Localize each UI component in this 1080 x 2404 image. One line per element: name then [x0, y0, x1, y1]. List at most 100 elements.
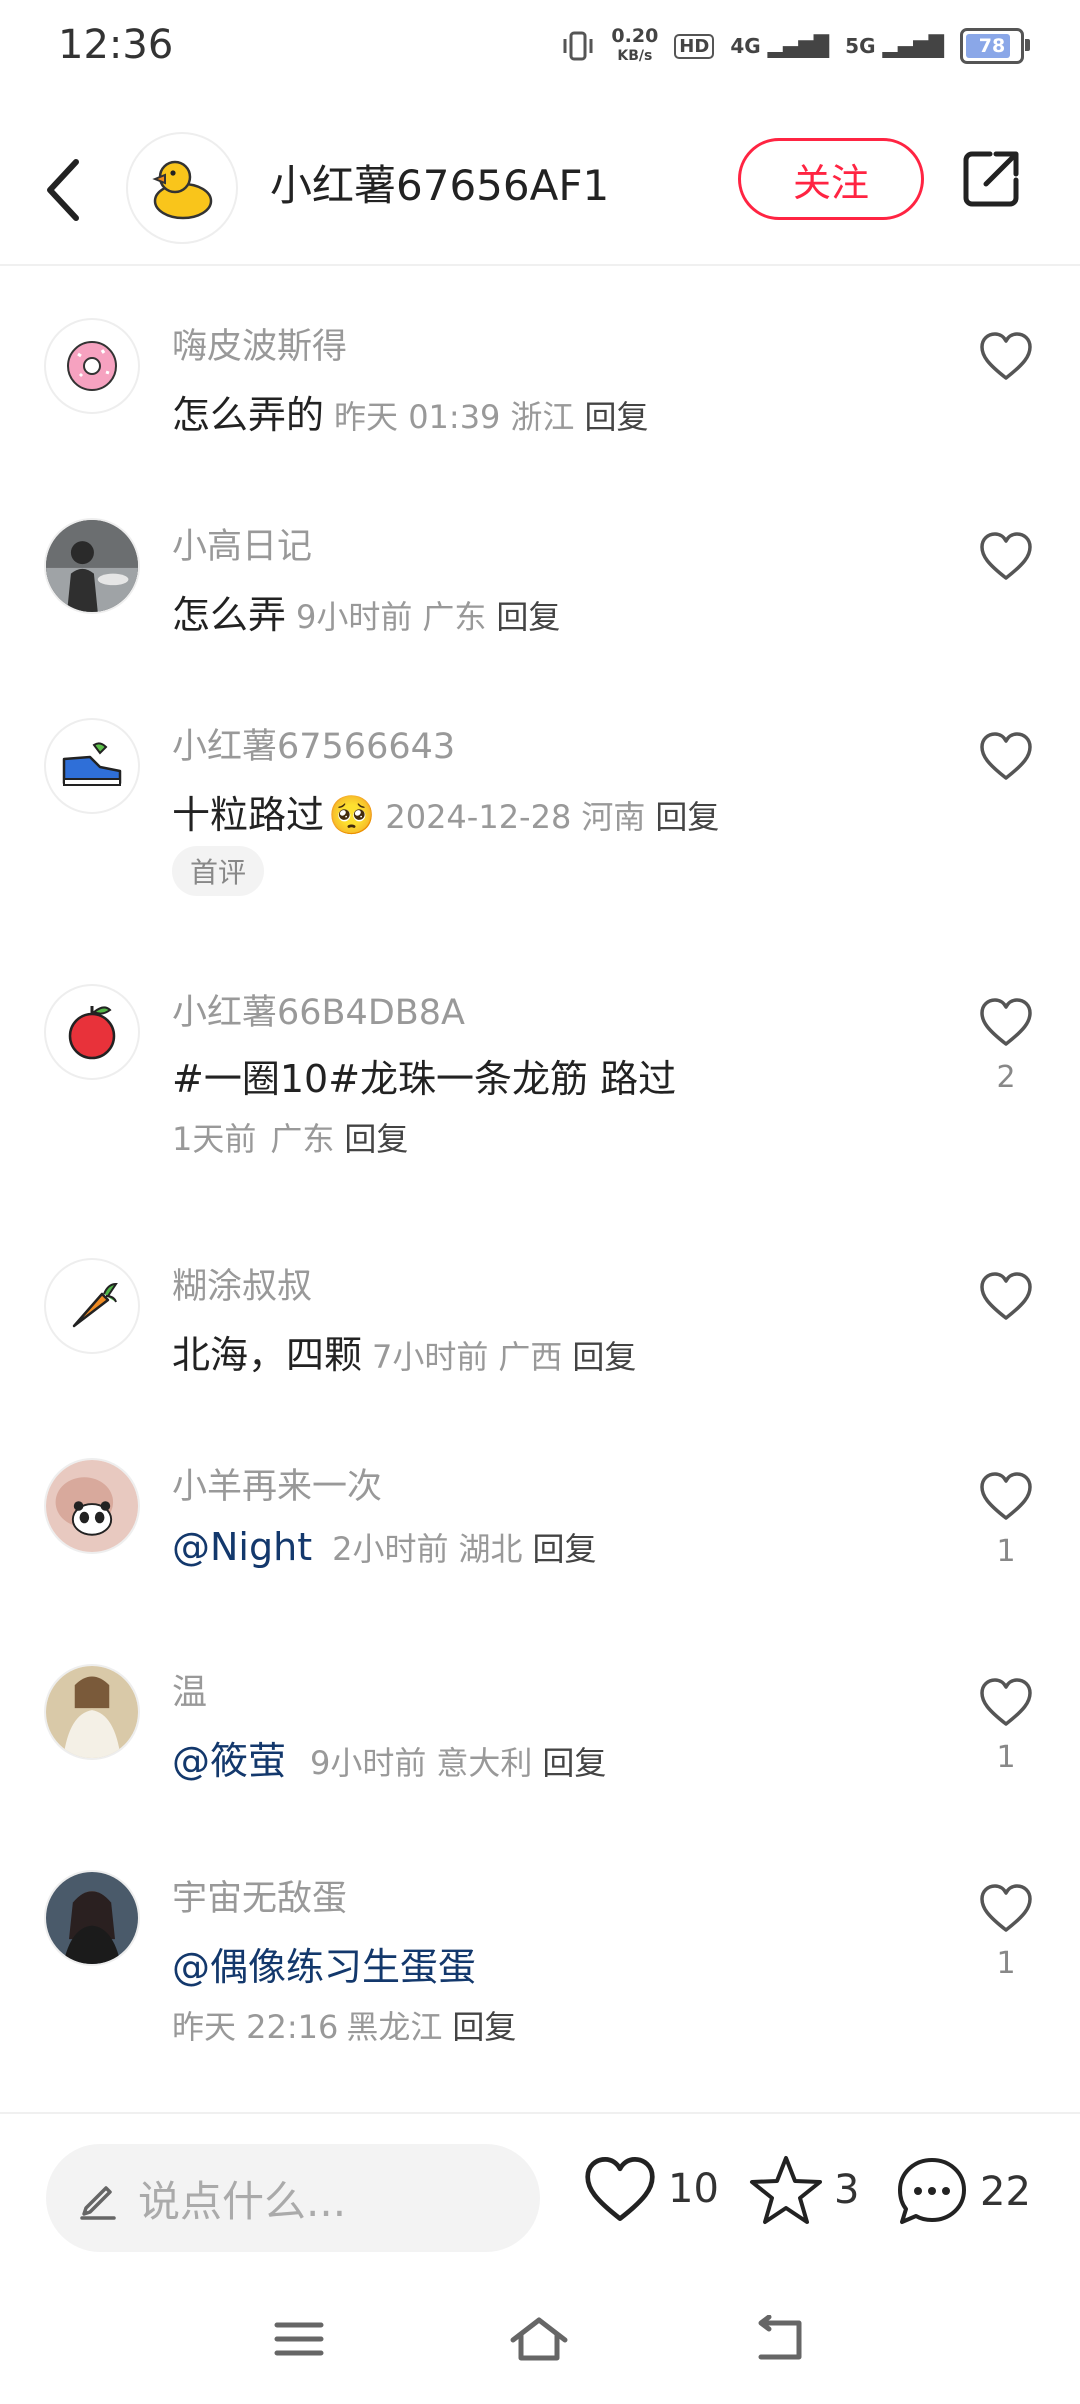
mention-link[interactable]: @筱萤 — [172, 1739, 286, 1783]
comment-location: 广东 — [270, 1120, 335, 1158]
comment-nickname[interactable]: 温 — [172, 1664, 207, 1715]
comment-text: 十粒路过 — [172, 793, 325, 837]
first-comment-tag: 首评 — [172, 846, 265, 896]
comment-time: 1天前 — [172, 1120, 257, 1158]
avatar[interactable] — [44, 318, 140, 414]
heart-icon[interactable] — [978, 1882, 1034, 1934]
comment-text-line[interactable]: 怎么弄的 昨天 01:39 浙江 回复 — [172, 384, 648, 439]
comment-location: 广东 — [422, 598, 487, 636]
reply-button[interactable]: 回复 — [584, 398, 648, 436]
comment-text: 怎么弄 — [172, 593, 287, 637]
comment-nickname[interactable]: 宇宙无敌蛋 — [172, 1870, 347, 1921]
heart-icon[interactable] — [978, 1270, 1034, 1322]
mention-link[interactable]: @偶像练习生蛋蛋 — [172, 1945, 476, 1989]
heart-icon[interactable] — [978, 996, 1034, 1048]
mention-link[interactable]: @Night — [172, 1525, 312, 1569]
comment-nickname[interactable]: 嗨皮波斯得 — [172, 318, 347, 369]
comment-text-line[interactable]: @筱萤 9小时前 意大利 回复 — [172, 1730, 606, 1785]
comment-time: 7小时前 — [372, 1338, 489, 1376]
comment-time: 9小时前 — [296, 598, 413, 636]
comment-text-line[interactable]: 十粒路过 🥺 2024-12-28 河南 回复 — [172, 784, 719, 839]
emoji-sticker: 🥺 — [328, 793, 376, 837]
comment-location: 湖北 — [458, 1530, 523, 1568]
reply-button[interactable]: 回复 — [572, 1338, 636, 1376]
comment-nickname[interactable]: 小羊再来一次 — [172, 1458, 382, 1509]
reply-button[interactable]: 回复 — [655, 798, 719, 836]
avatar[interactable] — [44, 1258, 140, 1354]
back-icon[interactable] — [38, 150, 98, 230]
comment-text[interactable]: #一圈10#龙珠一条龙筋 路过 — [172, 1048, 676, 1103]
comment-input[interactable]: 说点什么... — [46, 2144, 540, 2252]
avatar[interactable] — [44, 984, 140, 1080]
comment-location: 河南 — [581, 798, 646, 836]
status-bar: 12:36 0.20 KB/s HD 4G ▂▄▆█ 5G ▂▄▆█ 78 — [0, 0, 1080, 96]
comment-time: 昨天 01:39 — [334, 398, 501, 436]
comment-location: 意大利 — [436, 1744, 533, 1782]
heart-icon[interactable] — [978, 330, 1034, 382]
comment-total: 22 — [980, 2169, 1031, 2215]
comment-text-line[interactable]: 怎么弄 9小时前 广东 回复 — [172, 584, 560, 639]
comment-nickname[interactable]: 小红薯67566643 — [172, 718, 455, 769]
status-time: 12:36 — [58, 22, 174, 68]
comment-location: 浙江 — [510, 398, 575, 436]
photo-avatar — [46, 1460, 138, 1552]
comment-text-line[interactable]: @偶像练习生蛋蛋 — [172, 1936, 476, 1991]
heart-icon[interactable] — [978, 730, 1034, 782]
like-count: 1 — [996, 1946, 1016, 1981]
photo-avatar — [46, 1872, 138, 1964]
comment-nickname[interactable]: 小红薯66B4DB8A — [172, 984, 465, 1035]
bottom-action-bar: 说点什么... 10 3 22 — [0, 2112, 1080, 2264]
net-speed: 0.20 KB/s — [611, 25, 659, 64]
like-total: 10 — [668, 2166, 719, 2212]
sneaker-icon — [62, 742, 122, 786]
comment-time: 2小时前 — [332, 1530, 449, 1568]
reply-button[interactable]: 回复 — [496, 598, 560, 636]
author-avatar[interactable] — [126, 132, 238, 244]
comment-stat[interactable]: 22 — [894, 2154, 1031, 2230]
heart-icon — [585, 2157, 655, 2221]
reply-button[interactable]: 回复 — [542, 1744, 606, 1782]
note-header: 小红薯67656AF1 关注 — [0, 118, 1080, 266]
reply-button[interactable]: 回复 — [452, 2008, 516, 2046]
reply-button[interactable]: 回复 — [532, 1530, 596, 1568]
avatar[interactable] — [44, 1458, 140, 1554]
vibrate-icon — [563, 31, 593, 61]
avatar[interactable] — [44, 518, 140, 614]
reply-button[interactable]: 回复 — [344, 1120, 408, 1158]
comment-meta-line: 昨天 22:16 黑龙江 回复 — [172, 2002, 516, 2048]
like-count: 1 — [996, 1534, 1016, 1569]
comment-text-line[interactable]: @Night 2小时前 湖北 回复 — [172, 1524, 597, 1570]
photo-avatar — [46, 520, 138, 612]
comment-text: 怎么弄的 — [172, 393, 325, 437]
avatar[interactable] — [44, 1870, 140, 1966]
battery-icon: 78 — [960, 28, 1030, 64]
like-stat[interactable]: 10 — [582, 2154, 719, 2224]
home-icon[interactable] — [504, 2304, 574, 2374]
chat-icon — [898, 2158, 966, 2224]
star-icon — [750, 2156, 822, 2224]
comment-text-line[interactable]: 北海，四颗 7小时前 广西 回复 — [172, 1324, 636, 1379]
like-count: 1 — [996, 1740, 1016, 1775]
avatar[interactable] — [44, 718, 140, 814]
system-nav-bar — [0, 2280, 1080, 2404]
heart-icon[interactable] — [978, 1676, 1034, 1728]
author-name[interactable]: 小红薯67656AF1 — [270, 152, 609, 213]
avatar[interactable] — [44, 1664, 140, 1760]
heart-icon[interactable] — [978, 530, 1034, 582]
comment-time: 昨天 22:16 — [172, 2008, 339, 2046]
heart-icon[interactable] — [978, 1470, 1034, 1522]
comment-location: 黑龙江 — [346, 2008, 443, 2046]
collect-total: 3 — [834, 2167, 860, 2213]
menu-icon[interactable] — [264, 2304, 334, 2374]
apple-icon — [68, 1006, 116, 1060]
comment-meta-line: 1天前 广东 回复 — [172, 1114, 408, 1160]
comment-time: 9小时前 — [310, 1744, 427, 1782]
collect-stat[interactable]: 3 — [748, 2154, 859, 2226]
back-nav-icon[interactable] — [744, 2304, 814, 2374]
comment-nickname[interactable]: 小高日记 — [172, 518, 312, 569]
share-icon[interactable] — [960, 148, 1022, 210]
follow-button[interactable]: 关注 — [738, 138, 924, 220]
carrot-icon — [72, 1282, 118, 1328]
comment-placeholder: 说点什么... — [138, 2176, 347, 2226]
comment-nickname[interactable]: 糊涂叔叔 — [172, 1258, 312, 1309]
